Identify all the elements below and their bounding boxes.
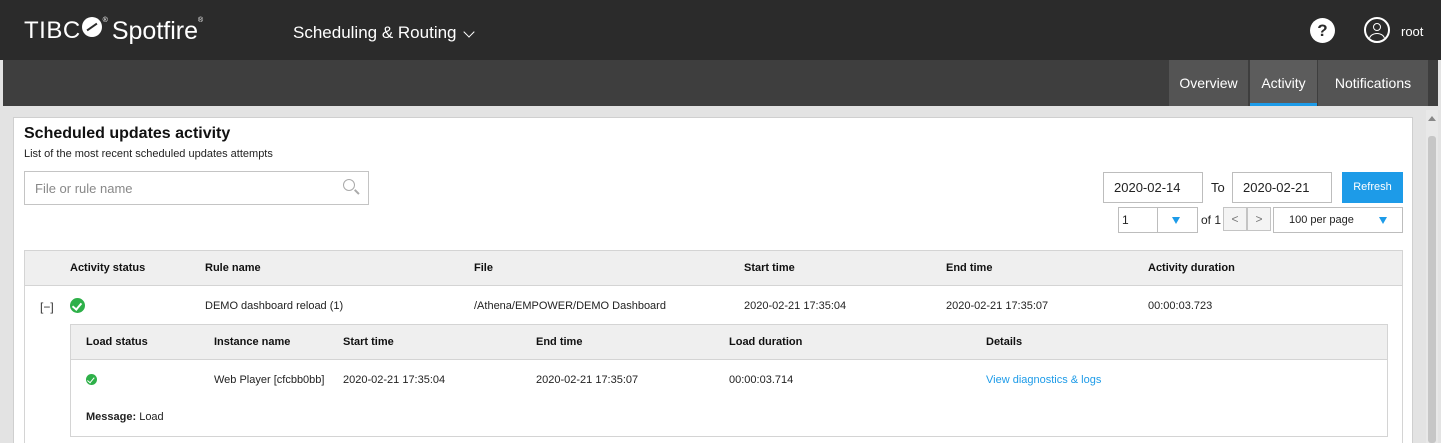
col-file[interactable]: File [474, 262, 493, 274]
prev-page-button[interactable]: < [1223, 207, 1247, 231]
collapse-row-toggle[interactable]: [−] [40, 300, 54, 314]
date-from-field[interactable]: 2020-02-14 [1103, 172, 1203, 203]
col-load-duration[interactable]: Load duration [729, 336, 802, 348]
message-text: Load [136, 411, 164, 423]
success-check-icon [70, 298, 85, 313]
row-end-time: 2020-02-21 17:35:07 [946, 300, 1049, 312]
load-start-time: 2020-02-21 17:35:04 [343, 374, 446, 386]
load-details-header: Load status Instance name Start time End… [71, 325, 1387, 360]
help-icon[interactable]: ? [1310, 18, 1335, 43]
load-details-table: Load status Instance name Start time End… [70, 324, 1388, 437]
chevron-down-icon [462, 26, 475, 38]
user-head [1373, 23, 1381, 31]
page-number-dropdown[interactable] [1158, 207, 1198, 233]
tab-overview[interactable]: Overview [1169, 60, 1249, 106]
row-rule-name: DEMO dashboard reload (1) [205, 300, 344, 312]
page-title: Scheduled updates activity [24, 125, 231, 142]
search-icon[interactable] [343, 179, 355, 191]
load-instance-name: Web Player [cfcbb0bb] [214, 374, 325, 386]
search-input[interactable] [24, 171, 369, 205]
row-file: /Athena/EMPOWER/DEMO Dashboard [474, 300, 666, 312]
col-activity-status[interactable]: Activity status [70, 262, 145, 274]
col-rule-name[interactable]: Rule name [205, 262, 261, 274]
logo-o-icon [81, 17, 102, 37]
app-switcher[interactable]: Scheduling & Routing [293, 23, 475, 43]
logo-registered-mark: ® [102, 17, 108, 24]
message-label: Message: [86, 411, 137, 423]
col-start-time[interactable]: Start time [744, 262, 795, 274]
load-duration: 00:00:03.714 [729, 374, 794, 386]
table-header: Activity status Rule name File Start tim… [25, 251, 1402, 286]
scrollbar-thumb[interactable] [1428, 136, 1436, 443]
col-load-start-time[interactable]: Start time [343, 336, 394, 348]
success-check-icon [86, 374, 97, 385]
caret-down-icon [1172, 217, 1180, 224]
tab-bar: Overview Activity Notifications [3, 60, 1438, 106]
date-to-label: To [1211, 180, 1225, 195]
row-start-time: 2020-02-21 17:35:04 [744, 300, 847, 312]
page-number-input[interactable]: 1 [1118, 207, 1158, 233]
logo-registered-mark-2: ® [198, 17, 204, 24]
vertical-scrollbar[interactable] [1426, 110, 1438, 443]
view-diagnostics-link[interactable]: View diagnostics & logs [986, 374, 1101, 386]
username[interactable]: root [1401, 24, 1423, 39]
refresh-button[interactable]: Refresh [1342, 172, 1403, 203]
logo-text-tibco: TIBC [24, 17, 81, 44]
row-duration: 00:00:03.723 [1148, 300, 1213, 312]
tab-notifications[interactable]: Notifications [1318, 60, 1428, 106]
col-activity-duration[interactable]: Activity duration [1148, 262, 1235, 274]
app-name: Scheduling & Routing [293, 23, 457, 42]
col-details[interactable]: Details [986, 336, 1022, 348]
date-to-field[interactable]: 2020-02-21 [1232, 172, 1332, 203]
page-subtitle: List of the most recent scheduled update… [24, 148, 273, 160]
load-message: Message: Load [86, 411, 164, 423]
user-avatar-icon[interactable] [1364, 17, 1390, 43]
col-instance-name[interactable]: Instance name [214, 336, 290, 348]
page-count-label: of 1 [1201, 213, 1222, 227]
caret-down-icon [1379, 217, 1387, 224]
logo-text-spotfire: Spotfire [111, 17, 199, 45]
load-end-time: 2020-02-21 17:35:07 [536, 374, 639, 386]
col-load-end-time[interactable]: End time [536, 336, 582, 348]
activity-table: Activity status Rule name File Start tim… [24, 250, 1403, 443]
per-page-value: 100 per page [1289, 214, 1354, 226]
user-body [1369, 33, 1385, 41]
scroll-up-icon[interactable] [1428, 116, 1436, 121]
col-load-status[interactable]: Load status [86, 336, 148, 348]
top-bar: TIBC ® Spotfire ® Scheduling & Routing ?… [0, 0, 1441, 60]
next-page-button[interactable]: > [1247, 207, 1271, 231]
col-end-time[interactable]: End time [946, 262, 992, 274]
per-page-select[interactable]: 100 per page [1273, 207, 1403, 233]
tibco-spotfire-logo: TIBC ® Spotfire ® [24, 16, 203, 46]
tab-activity[interactable]: Activity [1250, 60, 1317, 106]
